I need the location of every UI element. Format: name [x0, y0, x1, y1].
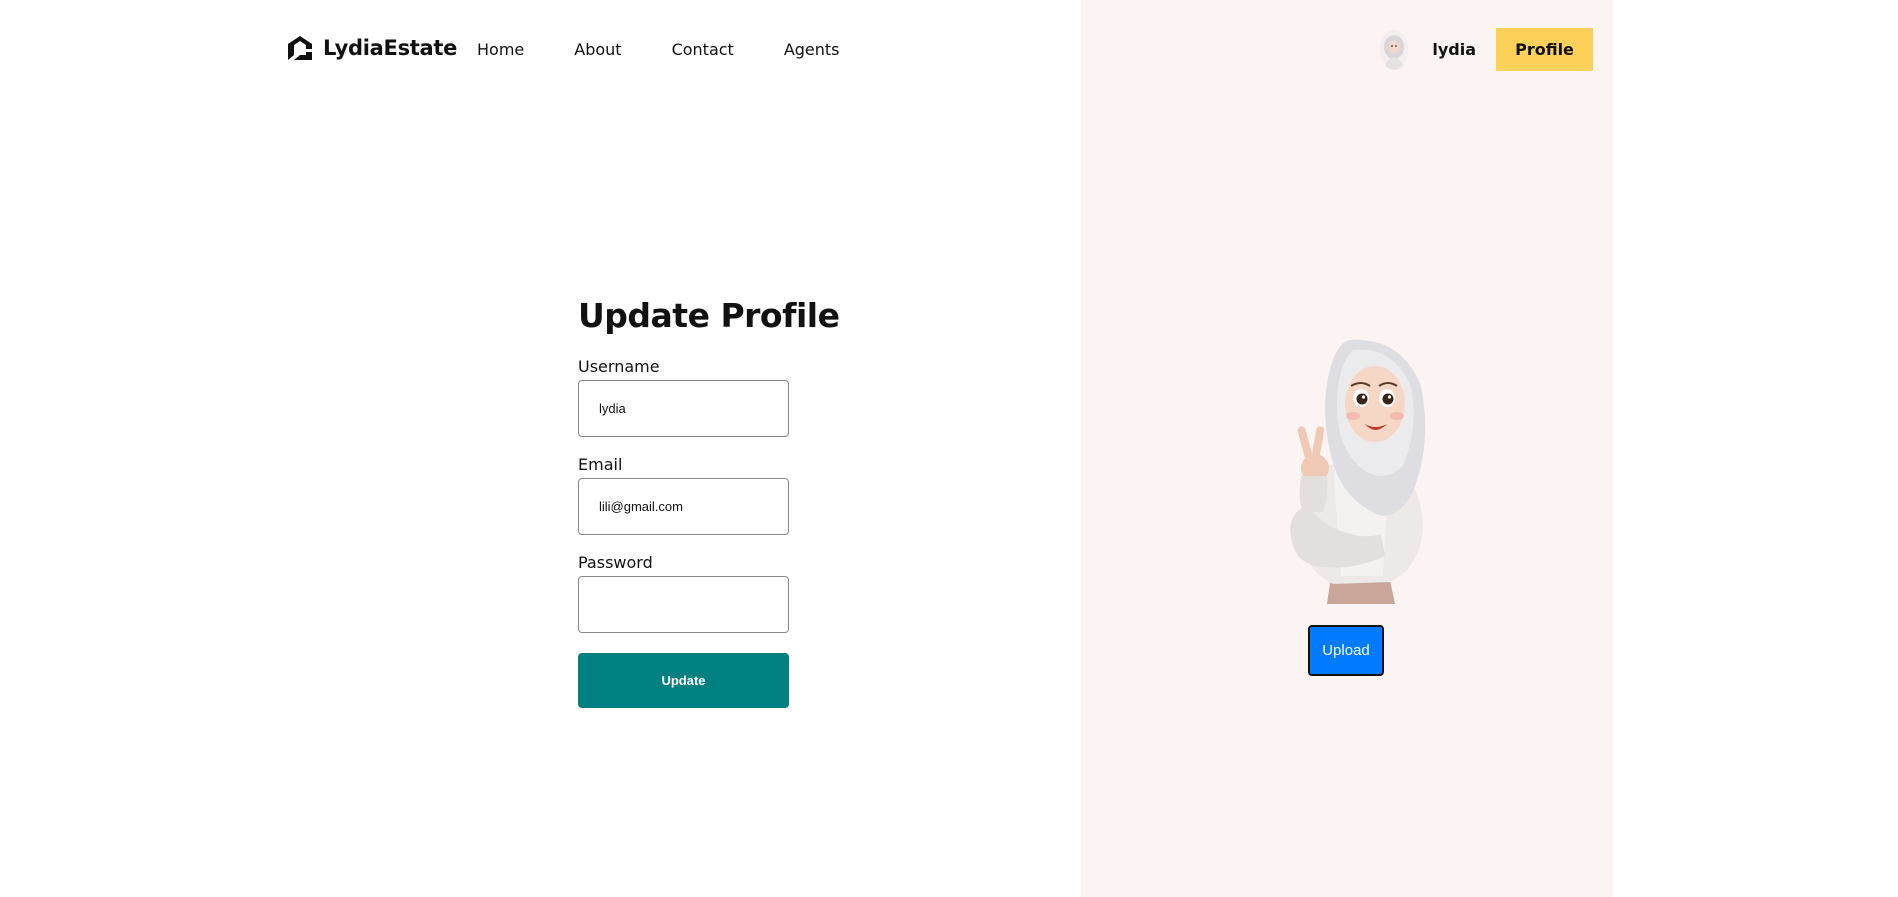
- username-input[interactable]: [578, 380, 789, 437]
- update-button[interactable]: Update: [578, 653, 789, 708]
- form-title: Update Profile: [578, 296, 840, 335]
- user-avatar[interactable]: [1380, 29, 1409, 70]
- nav-link-agents[interactable]: Agents: [784, 40, 840, 59]
- upload-button[interactable]: Upload: [1308, 625, 1384, 676]
- main-nav: Home About Contact Agents: [477, 40, 840, 59]
- nav-link-about[interactable]: About: [574, 40, 621, 59]
- brand-name: LydiaEstate: [323, 36, 458, 60]
- password-input[interactable]: [578, 576, 789, 633]
- page: LydiaEstate Home About Contact Agents ly…: [0, 0, 1898, 897]
- update-profile-form: Update Profile Username Email Password U…: [578, 296, 840, 708]
- password-label: Password: [578, 553, 653, 572]
- nav-link-home[interactable]: Home: [477, 40, 524, 59]
- profile-avatar-image: [1290, 339, 1426, 604]
- house-logo-icon: [288, 36, 312, 60]
- email-label: Email: [578, 455, 623, 474]
- user-menu: lydia Profile: [1380, 28, 1593, 71]
- username-field-group: Username: [578, 357, 789, 437]
- brand-logo[interactable]: LydiaEstate: [285, 33, 457, 63]
- user-name: lydia: [1432, 40, 1476, 59]
- nav-link-contact[interactable]: Contact: [672, 40, 734, 59]
- username-label: Username: [578, 357, 660, 376]
- email-field-group: Email: [578, 455, 789, 535]
- password-field-group: Password: [578, 553, 789, 633]
- email-input[interactable]: [578, 478, 789, 535]
- profile-button[interactable]: Profile: [1496, 28, 1593, 71]
